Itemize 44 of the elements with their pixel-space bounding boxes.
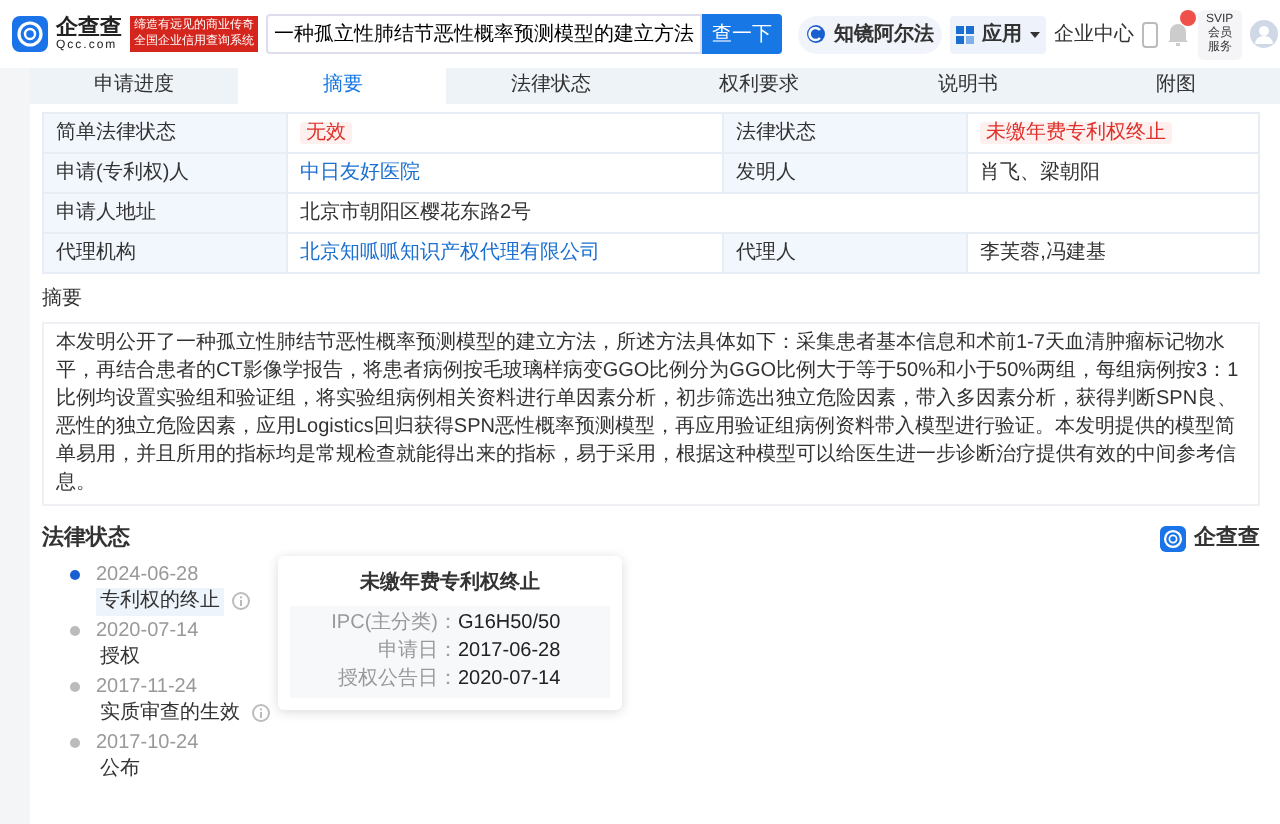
- event-date: 2017-11-24: [96, 673, 199, 699]
- field-value: 2017-06-28: [458, 637, 561, 665]
- value-link[interactable]: 中日友好医院: [300, 162, 420, 184]
- tab[interactable]: 说明书: [863, 68, 1072, 104]
- status-tag: 无效: [300, 122, 352, 144]
- field-label: 法律状态: [723, 113, 968, 153]
- section-title: 摘要: [42, 285, 84, 314]
- value-text: 北京市朝阳区樱花东路2号: [300, 202, 532, 224]
- event-label[interactable]: 公布: [96, 755, 144, 783]
- field-value: G16H50/50: [458, 609, 561, 637]
- apps-menu[interactable]: 应用: [950, 15, 1046, 53]
- event-date: 2020-07-14: [96, 617, 199, 643]
- tab[interactable]: 法律状态: [446, 68, 656, 104]
- event-label[interactable]: 授权: [96, 643, 144, 671]
- value-text: 肖飞、梁朝阳: [980, 162, 1101, 184]
- search-button[interactable]: 查一下: [702, 14, 782, 54]
- event-label[interactable]: 实质审查的生效: [96, 699, 244, 727]
- logo-text[interactable]: 企查查: [56, 17, 122, 39]
- field-label: IPC(主分类)：: [329, 609, 458, 637]
- value-text: 李芙蓉,冯建基: [980, 242, 1106, 264]
- event-date: 2017-10-24: [96, 729, 199, 755]
- field-label: 授权公告日：: [336, 665, 458, 693]
- field-label: 代理人: [723, 233, 968, 273]
- field-value: 2020-07-14: [458, 665, 561, 693]
- tab[interactable]: 附图: [1071, 68, 1280, 104]
- field-label: 代理机构: [43, 233, 287, 273]
- event-date: 2024-06-28: [96, 561, 201, 587]
- event-label[interactable]: 专利权的终止: [96, 587, 224, 615]
- tab[interactable]: 申请进度: [30, 68, 239, 104]
- tab[interactable]: 权利要求: [655, 68, 864, 104]
- tab[interactable]: 摘要: [238, 68, 447, 104]
- search-field[interactable]: 一种孤立性肺结节恶性概率预测模型的建立方法: [266, 14, 702, 54]
- nav-link[interactable]: 企业中心: [1054, 19, 1134, 49]
- field-label: 简单法律状态: [43, 113, 287, 153]
- field-label: 申请(专利权)人: [43, 153, 287, 193]
- section-title: 法律状态: [42, 523, 130, 554]
- field-label: 发明人: [723, 153, 968, 193]
- brand-text: 企查查: [1194, 523, 1260, 554]
- alpha-link[interactable]: 知镜阿尔法: [798, 15, 942, 53]
- field-label: 申请人地址: [43, 193, 287, 233]
- tooltip-title: 未缴年费专利权终止: [358, 569, 542, 597]
- status-tag: 未缴年费专利权终止: [980, 122, 1173, 144]
- abstract-text: 本发明公开了一种孤立性肺结节恶性概率预测模型的建立方法，所述方法具体如下：采集患者基本信息和术前1-7天血清肿瘤标记物水平，再结合患者的CT影像学报告，将患者病例按毛玻璃样病变GGO比例分为GGO比例大于等于50%和小于50%两组，每组病例按3：1比例均设置实验组和验证组，将实验组病例相关资料进行单因素分析，初步筛选出独立危险因素，带入多因素分析，获得判断SPN良、恶性的独立危险因素，应用Logistics回归获得SPN恶性概率预测模型，再应用验证组病例资料带入模型进行验证。本发明提供的模型简单易用，并且所用的指标均是常规检查就能得出来的指标，易于采用，根据这种模型可以给医生进一步诊断治疗提供有效的中间参考信息。: [42, 322, 1260, 506]
- field-label: 申请日：: [376, 637, 458, 665]
